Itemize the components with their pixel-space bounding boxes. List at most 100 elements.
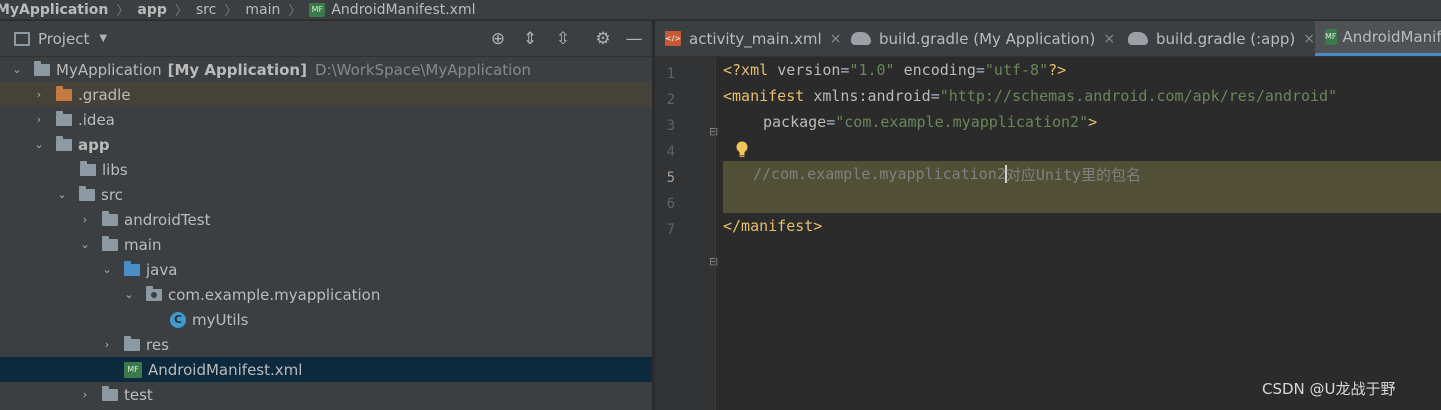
tab-label: build.gradle (:app)	[1156, 29, 1296, 48]
breadcrumb-separator: 〉	[116, 4, 130, 19]
chevron-down-icon[interactable]: ⌄	[32, 138, 46, 151]
tree-item-java[interactable]: ⌄ java	[0, 257, 652, 282]
tree-item-android-manifest[interactable]: MF AndroidManifest.xml	[0, 357, 652, 382]
chevron-down-icon[interactable]: ⌄	[100, 263, 114, 276]
current-line-highlight	[723, 187, 1441, 213]
line-number: 3	[666, 118, 675, 134]
manifest-file-icon: MF	[124, 361, 142, 378]
code-line-3[interactable]: package = "com.example.myapplication2" >	[763, 109, 1097, 135]
project-panel-header: Project ▼ ⊕ ⇕ ⇳ ⚙ —	[0, 21, 652, 57]
tree-item-libs[interactable]: libs	[0, 157, 652, 182]
hide-panel-icon[interactable]: —	[624, 29, 644, 49]
code-comment: 对应Unity里的包名	[1005, 165, 1142, 184]
tree-item-res[interactable]: › res	[0, 332, 652, 357]
breadcrumb-item-project[interactable]: MyApplication	[0, 2, 108, 18]
locate-icon[interactable]: ⊕	[488, 29, 508, 49]
tree-item-main[interactable]: ⌄ main	[0, 232, 652, 257]
tree-item-idea[interactable]: › .idea	[0, 107, 652, 132]
chevron-right-icon[interactable]: ›	[78, 388, 92, 401]
tree-item-label: java	[146, 260, 178, 279]
editor-tab-bar: </> activity_main.xml × build.gradle (My…	[655, 21, 1441, 57]
tab-label: activity_main.xml	[689, 29, 822, 48]
fold-marker-icon[interactable]: ⊟	[709, 255, 718, 268]
tab-build-gradle-app[interactable]: build.gradle (:app) ×	[1128, 21, 1315, 56]
code-line-7[interactable]: </manifest>	[723, 213, 822, 239]
resource-folder-icon	[124, 335, 140, 351]
project-panel-title[interactable]: Project	[38, 30, 89, 48]
line-number-current: 5	[666, 170, 675, 186]
tree-item-label: androidTest	[124, 210, 211, 229]
tree-item-label: test	[124, 385, 153, 404]
chevron-right-icon[interactable]: ›	[32, 88, 46, 101]
code-token: <?xml	[723, 61, 778, 79]
breadcrumb-manifest-label: AndroidManifest.xml	[331, 1, 476, 18]
code-token: version	[777, 61, 841, 79]
module-folder-icon	[56, 135, 72, 151]
gear-icon[interactable]: ⚙	[593, 29, 613, 49]
tree-item-label: .gradle	[78, 85, 131, 104]
breadcrumb-separator: 〉	[174, 4, 188, 19]
tree-item-label: myUtils	[192, 310, 249, 329]
chevron-right-icon[interactable]: ›	[32, 113, 46, 126]
tab-activity-main[interactable]: </> activity_main.xml ×	[665, 21, 841, 56]
code-token: =	[975, 61, 985, 79]
code-token: xmlns:android	[813, 87, 931, 105]
code-token: "1.0"	[849, 61, 895, 79]
watermark: CSDN @U龙战于野	[1262, 380, 1396, 398]
lightbulb-icon[interactable]	[735, 141, 749, 159]
tree-item-gradle[interactable]: › .gradle	[0, 82, 652, 107]
fold-marker-icon[interactable]: ⊟	[709, 125, 718, 138]
code-token: =	[840, 61, 850, 79]
code-line-2[interactable]: <manifest xmlns:android = "http://schemas.…	[723, 83, 1337, 109]
close-icon[interactable]: ×	[1103, 31, 1115, 47]
line-number: 1	[666, 66, 675, 82]
code-comment: //com.example.myapplication2	[753, 165, 1006, 183]
collapse-all-icon[interactable]: ⇳	[553, 29, 573, 49]
tree-item-path: D:\WorkSpace\MyApplication	[314, 60, 532, 79]
project-panel: Project ▼ ⊕ ⇕ ⇳ ⚙ — ⌄ MyApplication [My …	[0, 21, 652, 410]
tab-android-manifest[interactable]: MF AndroidManifest.xml	[1315, 21, 1441, 56]
tree-item-app[interactable]: ⌄ app	[0, 132, 652, 157]
code-line-1[interactable]: <?xml version = "1.0" encoding = "utf-8" ?>	[723, 57, 1066, 83]
chevron-right-icon[interactable]: ›	[78, 213, 92, 226]
gradle-icon	[1128, 32, 1148, 45]
chevron-down-icon[interactable]: ▼	[99, 33, 107, 44]
close-icon[interactable]: ×	[830, 31, 842, 47]
xml-file-icon: </>	[665, 31, 681, 46]
breadcrumb-item-src[interactable]: src	[196, 2, 216, 18]
folder-icon	[102, 385, 118, 401]
gutter-divider	[715, 57, 716, 410]
tree-item-src[interactable]: ⌄ src	[0, 182, 652, 207]
code-line-5[interactable]: //com.example.myapplication2 对应Unity里的包名	[753, 161, 1141, 187]
manifest-file-icon: MF	[309, 2, 326, 17]
tab-build-gradle-project[interactable]: build.gradle (My Application) ×	[851, 21, 1115, 56]
tree-item-project-root[interactable]: ⌄ MyApplication [My Application] D:\Work…	[0, 57, 652, 82]
tree-item-package[interactable]: ⌄ com.example.myapplication	[0, 282, 652, 307]
folder-icon	[102, 210, 118, 226]
code-token: =	[826, 113, 836, 131]
tree-item-androidtest[interactable]: › androidTest	[0, 207, 652, 232]
tree-item-myutils[interactable]: C myUtils	[0, 307, 652, 332]
tree-item-test[interactable]: › test	[0, 382, 652, 407]
breadcrumb-item-app[interactable]: app	[137, 2, 167, 18]
chevron-down-icon[interactable]: ⌄	[10, 63, 24, 76]
expand-all-icon[interactable]: ⇕	[520, 29, 540, 49]
breadcrumb-item-manifest[interactable]: MF AndroidManifest.xml	[309, 1, 476, 18]
tree-item-suffix: [My Application]	[167, 60, 307, 79]
chevron-right-icon[interactable]: ›	[100, 338, 114, 351]
folder-icon	[80, 160, 96, 176]
code-token: package	[763, 113, 827, 131]
gradle-icon	[851, 32, 871, 45]
package-icon	[146, 285, 162, 301]
chevron-down-icon[interactable]: ⌄	[78, 238, 92, 251]
chevron-down-icon[interactable]: ⌄	[122, 288, 136, 301]
class-icon: C	[170, 311, 186, 328]
manifest-file-icon: MF	[1325, 29, 1337, 45]
chevron-down-icon[interactable]: ⌄	[55, 188, 69, 201]
tree-item-label: libs	[102, 160, 128, 179]
line-number: 7	[666, 222, 675, 238]
tree-item-label: main	[124, 235, 162, 254]
close-icon[interactable]: ×	[1303, 31, 1315, 47]
code-token: "utf-8"	[984, 61, 1049, 79]
breadcrumb-item-main[interactable]: main	[245, 2, 280, 18]
